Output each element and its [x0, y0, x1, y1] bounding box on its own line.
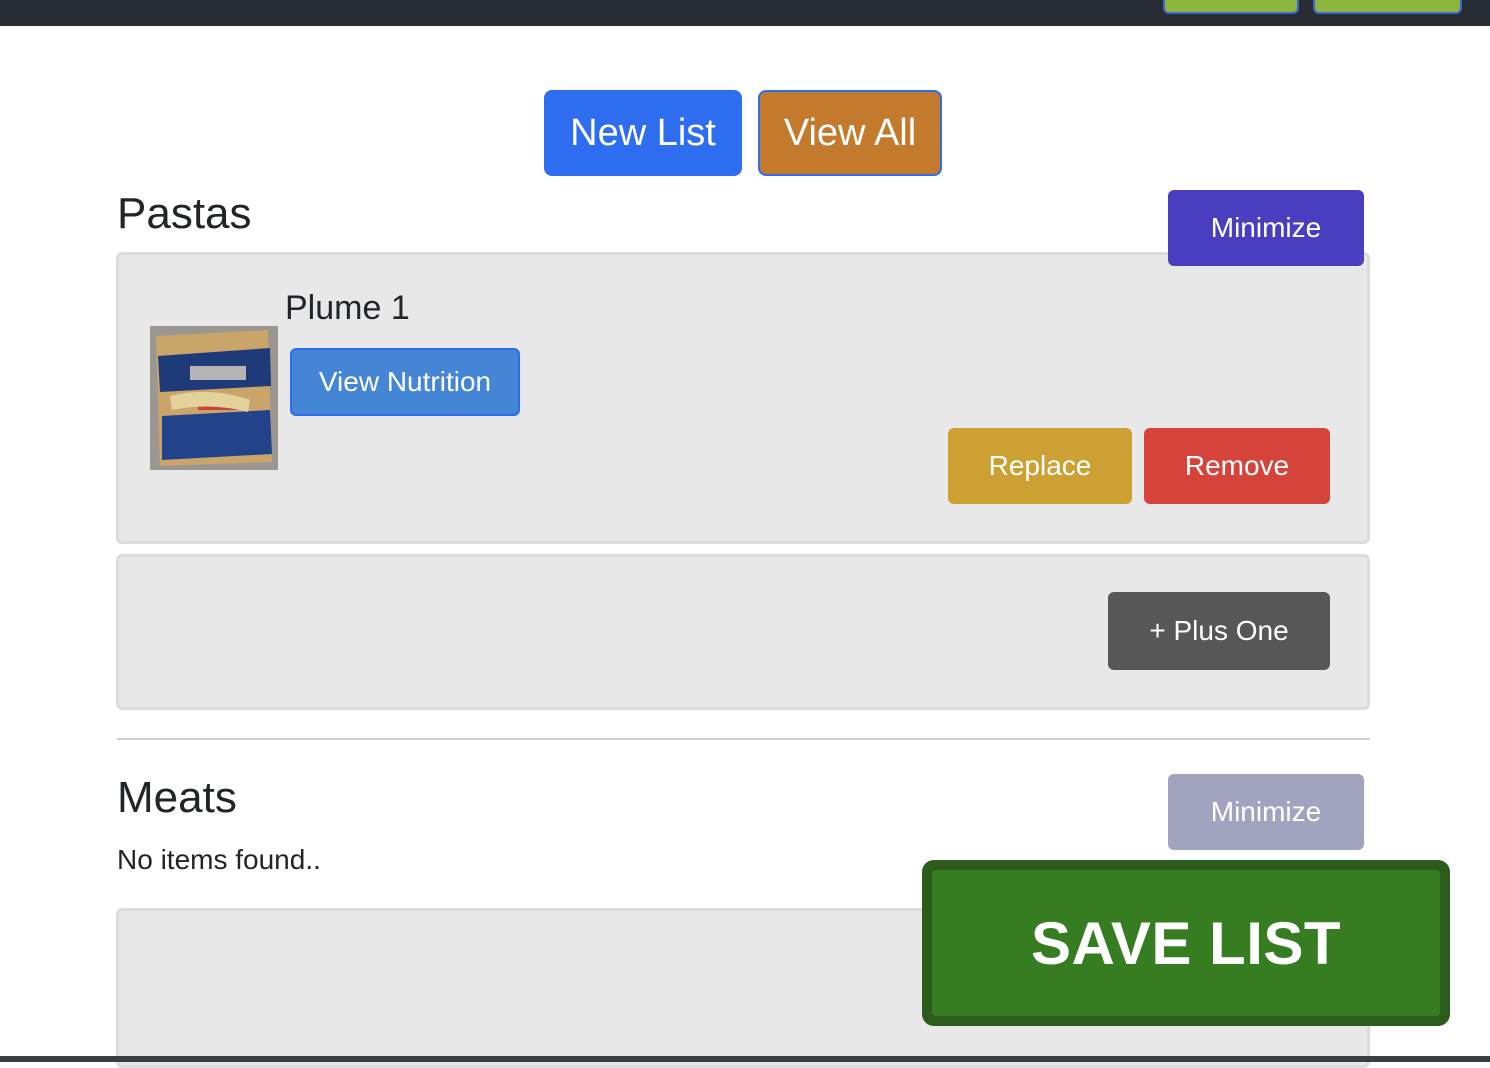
plus-one-button[interactable]: + Plus One — [1108, 592, 1330, 670]
section-divider — [117, 738, 1370, 740]
product-image — [150, 326, 278, 470]
section-title-pastas: Pastas — [117, 189, 252, 238]
empty-message: No items found.. — [117, 844, 321, 875]
save-list-label: SAVE LIST — [932, 870, 1440, 1016]
minimize-pastas-button[interactable]: Minimize — [1168, 190, 1364, 266]
navbar-button-left[interactable] — [1163, 0, 1299, 14]
bottom-background-strip — [0, 1056, 1490, 1062]
navbar-button-right[interactable] — [1313, 0, 1462, 14]
product-name: Plume 1 — [285, 289, 410, 327]
top-navbar — [0, 0, 1490, 26]
view-all-button[interactable]: View All — [758, 90, 942, 176]
new-list-button[interactable]: New List — [544, 90, 742, 176]
view-nutrition-button[interactable]: View Nutrition — [290, 348, 520, 416]
save-list-button[interactable]: SAVE LIST — [922, 860, 1450, 1026]
section-title-meats: Meats — [117, 773, 237, 822]
minimize-meats-button[interactable]: Minimize — [1168, 774, 1364, 850]
replace-button[interactable]: Replace — [948, 428, 1132, 504]
remove-button[interactable]: Remove — [1144, 428, 1330, 504]
